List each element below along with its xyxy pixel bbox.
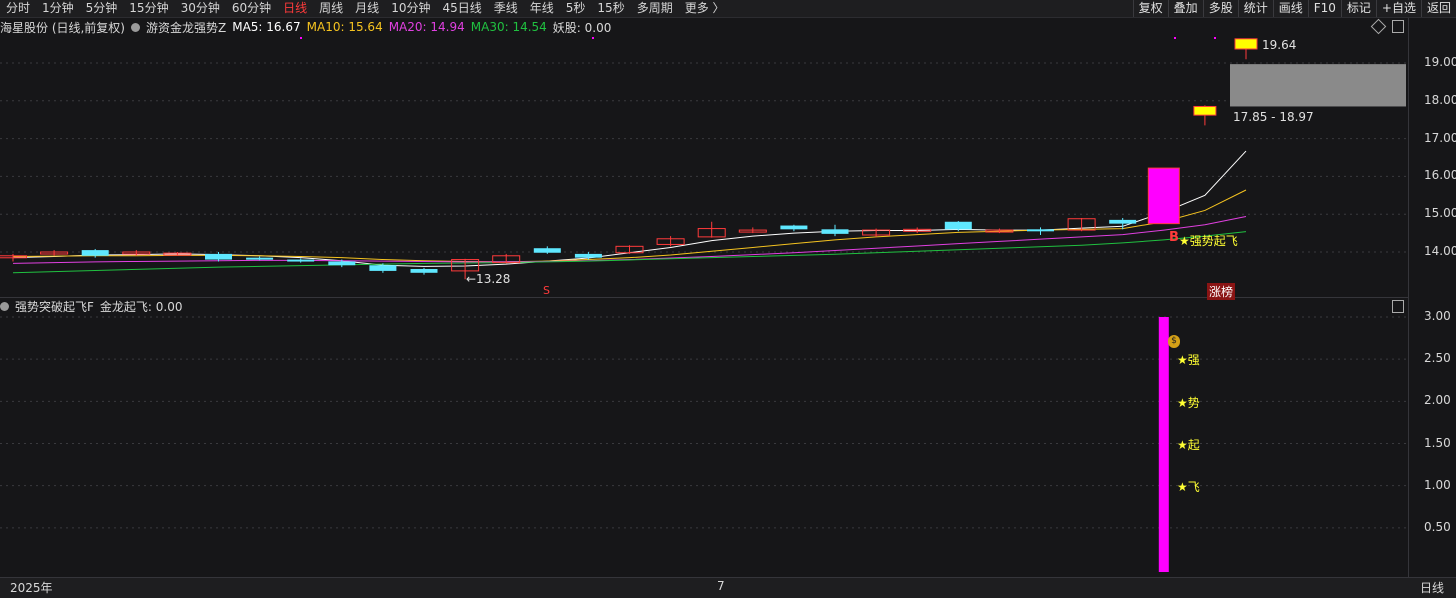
gap-zone [1230,64,1406,107]
price-tick-label: 14.00 [1424,244,1456,258]
sell-signal-mark: S [543,284,550,297]
candle-body [369,265,397,271]
candle-body [328,261,356,266]
price-axis-divider [1408,18,1409,577]
candle-body [410,269,438,273]
signal-bar [1158,317,1169,572]
ind-char-shi: ★势 [1177,396,1200,410]
indicator-tick-label: 2.00 [1424,393,1451,408]
candle-body [287,259,315,262]
ind-char-qi: ★起 [1177,438,1200,452]
candle-body [780,225,808,230]
price-tick-label: 15.00 [1424,206,1456,221]
candle-body [533,248,561,253]
candle-body [574,253,602,258]
limit-up-badge: 涨榜 [1207,283,1236,300]
price-tick-label: 18.00 [1424,92,1456,107]
kline-chart[interactable] [0,0,1456,597]
ind-char-qiang: ★强 [1177,353,1200,367]
ind-char-fei: ★飞 [1177,480,1200,494]
candle-body [81,250,109,256]
time-axis: 2025年 7 日线 [0,577,1456,598]
gap-range-label: 17.85 - 18.97 [1233,110,1314,124]
price-tick-label: 17.00 [1424,130,1456,145]
price-tick-label: 19.00 [1424,55,1456,69]
money-bag-icon: $ [1168,335,1180,348]
low-price-label: ←13.28 [466,272,511,286]
ma20-line [12,215,1247,264]
yaogu-marker [1174,37,1176,39]
indicator-tick-label: 0.50 [1424,519,1451,534]
candle-body [1027,229,1054,232]
yaogu-marker [592,37,594,39]
indicator-tick-label: 1.00 [1424,477,1451,492]
candle-body [1234,38,1258,50]
axis-period-label: 日线 [1420,581,1445,595]
indicator-tick-label: 2.50 [1424,351,1451,366]
candle-body [944,221,972,230]
high-price-label: 19.64 [1262,38,1297,52]
candle-body [246,257,274,260]
indicator-tick-label: 3.00 [1424,309,1451,323]
candle-body [1193,105,1217,116]
month-label: 7 [717,579,725,593]
buy-signal-mark: B [1169,230,1179,245]
yaogu-marker [1214,37,1216,39]
price-tick-label: 16.00 [1424,168,1456,183]
candle-body [205,253,232,260]
candle-body [1109,219,1137,224]
year-label: 2025年 [10,581,53,595]
candle-body [1147,167,1180,225]
candle-body [821,229,849,234]
indicator-tick-label: 1.50 [1424,435,1451,450]
strong-takeoff-label: ★强势起飞 [1179,234,1238,248]
yaogu-marker [300,37,302,39]
panel-divider [0,297,1408,298]
